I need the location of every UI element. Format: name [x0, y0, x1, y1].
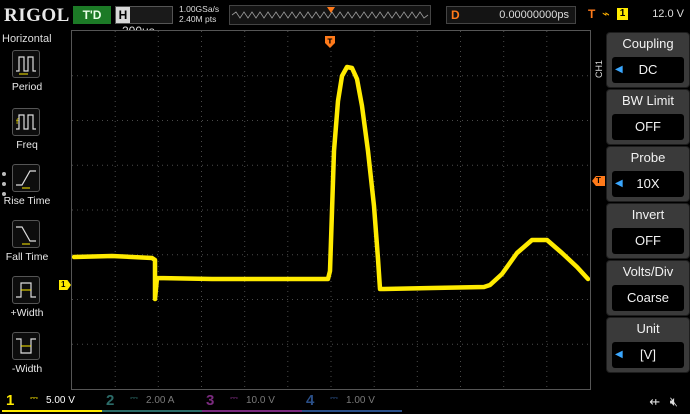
channel-4-number: 4 — [306, 392, 315, 409]
measure-pos-width-label: +Width — [10, 307, 44, 319]
status-bar: RIGOL T'D H 200us 1.00GSa/s 2.40M pts D … — [0, 0, 690, 38]
coupling-title: Coupling — [622, 36, 674, 51]
measure-period-button[interactable]: Period — [0, 50, 54, 102]
channel-2-scale: 2.00 A — [146, 395, 175, 406]
unit-menu-item[interactable]: Unit ◀ [V] — [606, 317, 690, 373]
neg-width-icon — [12, 332, 40, 360]
usb-icon: ⇷ — [649, 394, 661, 409]
delay-readout[interactable]: D 0.00000000ps — [446, 6, 576, 24]
trigger-source: 1 — [617, 8, 628, 20]
measure-fall-time-button[interactable]: Fall Time — [0, 220, 54, 272]
measure-pos-width-button[interactable]: +Width — [0, 276, 54, 328]
pos-width-icon — [12, 276, 40, 304]
sample-rate: 1.00GSa/s — [179, 4, 220, 14]
measure-rise-time-label: Rise Time — [3, 195, 51, 207]
measure-neg-width-label: -Width — [11, 363, 43, 375]
channel-3-box[interactable]: 3 ⎓ 10.0 V — [202, 392, 302, 412]
dc-coupling-icon: ⎓ — [230, 393, 238, 404]
arrow-left-icon: ◀ — [615, 64, 623, 75]
delay-value: 0.00000000ps — [499, 9, 569, 21]
probe-menu-item[interactable]: Probe ◀ 10X — [606, 146, 690, 202]
dc-coupling-icon: ⎓ — [330, 393, 338, 404]
menu-title: Horizontal — [2, 33, 52, 45]
waveform-display[interactable] — [71, 30, 591, 390]
brand-logo: RIGOL — [4, 5, 70, 26]
arrow-left-icon: ◀ — [615, 349, 623, 360]
memory-waveform-icon — [231, 7, 429, 19]
channel-1-box[interactable]: 1 ⎓ 5.00 V — [2, 392, 102, 412]
volts-div-value: Coarse — [612, 285, 684, 311]
channel-tab: CH1 — [594, 60, 604, 79]
measure-neg-width-button[interactable]: -Width — [0, 332, 54, 384]
horizontal-tag: H — [116, 7, 130, 23]
memory-overview-strip[interactable] — [229, 5, 431, 25]
coupling-menu-item[interactable]: Coupling ◀ DC — [606, 32, 690, 88]
measure-freq-label: Freq — [16, 139, 38, 151]
graticule — [72, 31, 590, 389]
rise-time-icon — [12, 164, 40, 192]
channel-menu: Coupling ◀ DC BW Limit OFF Probe ◀ 10X Inv… — [606, 30, 690, 382]
invert-title: Invert — [631, 207, 665, 222]
channel-4-scale: 1.00 V — [346, 395, 375, 406]
bw-limit-title: BW Limit — [622, 93, 674, 108]
timebase-readout[interactable]: H 200us — [115, 6, 173, 38]
probe-value: ◀ 10X — [612, 171, 684, 197]
measure-menu: Horizontal Period f Freq Rise Time Fall … — [0, 30, 54, 390]
measure-rise-time-button[interactable]: Rise Time — [0, 164, 54, 216]
unit-value: ◀ [V] — [612, 342, 684, 368]
measure-freq-button[interactable]: f Freq — [0, 108, 54, 160]
period-icon — [12, 50, 40, 78]
channel-2-number: 2 — [106, 392, 115, 409]
trigger-level-value: 12.0 V — [652, 8, 684, 20]
volts-div-menu-item[interactable]: Volts/Div Coarse — [606, 260, 690, 316]
probe-title: Probe — [630, 150, 666, 165]
channel-3-number: 3 — [206, 392, 215, 409]
measure-fall-time-label: Fall Time — [5, 251, 49, 263]
trigger-level-marker[interactable]: T — [592, 176, 605, 186]
trigger-readout[interactable]: T ⌁ 1 12.0 V — [584, 6, 688, 24]
channel-3-scale: 10.0 V — [246, 395, 275, 406]
system-icons: ⇷ 🔇︎ — [649, 394, 678, 410]
invert-menu-item[interactable]: Invert OFF — [606, 203, 690, 259]
memory-depth: 2.40M pts — [179, 14, 217, 24]
acquisition-info: 1.00GSa/s 2.40M pts — [179, 4, 219, 24]
channel-1-number: 1 — [6, 392, 15, 409]
invert-value: OFF — [612, 228, 684, 254]
run-status-badge[interactable]: T'D — [73, 6, 111, 24]
sound-muted-icon[interactable]: 🔇︎ — [670, 394, 678, 409]
svg-text:T: T — [328, 38, 333, 46]
rising-edge-icon: ⌁ — [602, 6, 610, 21]
trigger-position-marker[interactable]: T — [325, 35, 335, 48]
channel-bar: 1 ⎓ 5.00 V 2 ⎓ 2.00 A 3 ⎓ 10.0 V 4 ⎓ 1.0… — [0, 390, 690, 414]
fall-time-icon — [12, 220, 40, 248]
coupling-value: ◀ DC — [612, 57, 684, 83]
volts-div-title: Volts/Div — [622, 264, 674, 279]
arrow-left-icon: ◀ — [615, 178, 623, 189]
channel-1-scale: 5.00 V — [46, 395, 75, 406]
dc-coupling-icon: ⎓ — [130, 393, 138, 404]
channel-4-box[interactable]: 4 ⎓ 1.00 V — [302, 392, 402, 412]
bw-limit-menu-item[interactable]: BW Limit OFF — [606, 89, 690, 145]
bw-limit-value: OFF — [612, 114, 684, 140]
dc-coupling-icon: ⎓ — [30, 393, 38, 404]
channel-1-offset-marker[interactable]: 1 — [59, 280, 71, 290]
delay-tag: D — [451, 8, 460, 22]
trigger-tag: T — [588, 7, 596, 21]
unit-title: Unit — [636, 321, 660, 336]
channel-2-box[interactable]: 2 ⎓ 2.00 A — [102, 392, 202, 412]
freq-icon: f — [12, 108, 40, 136]
measure-period-label: Period — [11, 81, 43, 93]
